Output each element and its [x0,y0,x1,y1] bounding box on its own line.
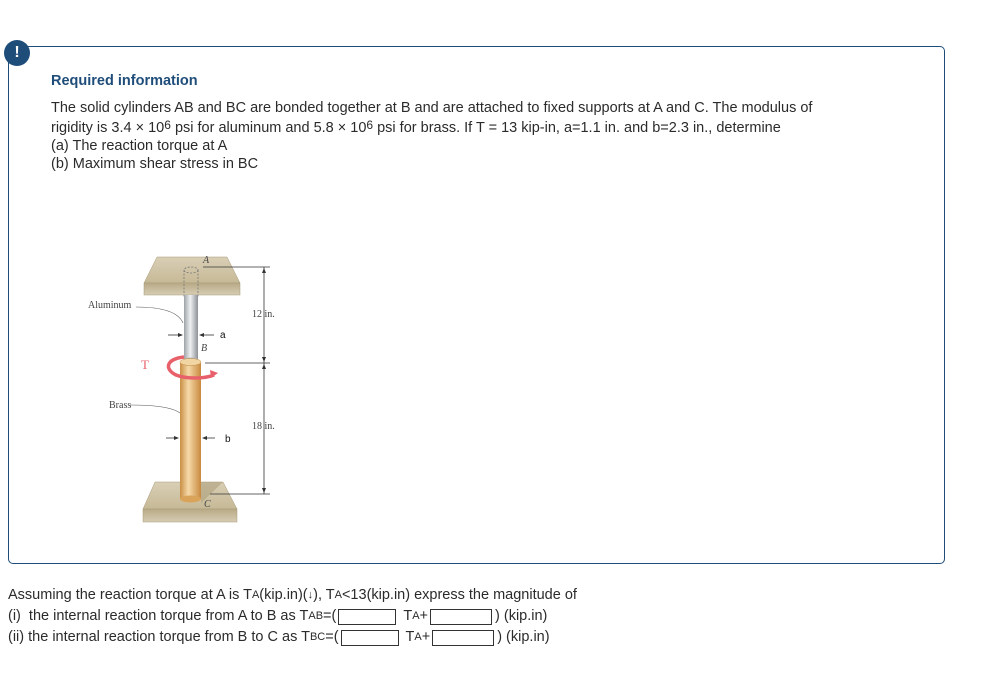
label-a: a [220,330,226,341]
cylinder-diagram-svg: A B C Aluminum Brass 12 in. 18 in. a b T [88,255,275,523]
text: psi for aluminum and 5.8 × 10 [170,119,367,136]
label-A: A [202,255,210,266]
text: rigidity is 3.4 × 10 [51,119,165,136]
label-brass: Brass [109,400,131,411]
text: (kip.in)( [259,587,308,603]
subscript: A [414,631,422,643]
dim-18-in: 18 in. [252,421,275,432]
dim-12-in: 12 in. [252,309,275,320]
label-aluminum: Aluminum [88,300,132,311]
exponent: 6 [366,117,374,132]
tab-constant-input[interactable] [430,608,493,625]
text: (ii) the internal reaction torque from B… [8,629,310,645]
bottom-support [142,475,238,523]
brass-leader [129,404,181,414]
text: <13(kip.in) express the magnitude of [341,587,577,603]
subscript: AB [308,610,324,622]
subscript: A [412,610,420,622]
problem-statement: The solid cylinders AB and BC are bonded… [51,99,921,174]
label-B: B [201,343,207,354]
label-C: C [204,499,211,510]
tbc-coefficient-input[interactable] [340,629,399,646]
subscript: A [251,589,260,601]
part-a: (a) The reaction torque at A [51,138,228,154]
exponent: 6 [164,117,171,132]
answer-row-tbc: (ii) the internal reaction torque from B… [8,627,577,648]
text: ), T [313,587,335,603]
text: T [403,608,413,624]
text: Assuming the reaction torque at A is T [8,587,252,603]
tab-coefficient-input[interactable] [338,608,397,625]
text: =( [323,608,337,624]
tbc-constant-input[interactable] [432,629,495,646]
unit-label: ) (kip.in) [495,608,548,624]
aluminum-leader [135,306,184,324]
required-information-heading: Required information [51,73,198,89]
question-section: Assuming the reaction torque at A is TA … [8,585,577,648]
label-b: b [225,434,231,445]
unit-label: ) (kip.in) [497,629,550,645]
answer-row-tab: (i) the internal reaction torque from A … [8,606,577,627]
subscript: BC [309,631,326,643]
text: psi for brass. If T = 13 kip-in, a=1.1 i… [373,119,781,136]
question-intro: Assuming the reaction torque at A is TA … [8,585,577,606]
text: (i) the internal reaction torque from A … [8,608,309,624]
text: + [421,629,431,645]
aluminum-rod [184,295,198,360]
text: + [419,608,429,624]
exclamation-icon: ! [4,40,30,66]
part-b: (b) Maximum shear stress in BC [51,156,259,172]
problem-line-1: The solid cylinders AB and BC are bonded… [51,100,813,116]
text: =( [325,629,339,645]
problem-line-2: rigidity is 3.4 × 106 psi for aluminum a… [51,117,921,139]
text: T [405,629,415,645]
label-T: T [141,357,149,372]
cylinder-diagram: A B C Aluminum Brass 12 in. 18 in. a b T [80,245,290,525]
top-support [143,256,241,297]
subscript: A [334,589,342,601]
